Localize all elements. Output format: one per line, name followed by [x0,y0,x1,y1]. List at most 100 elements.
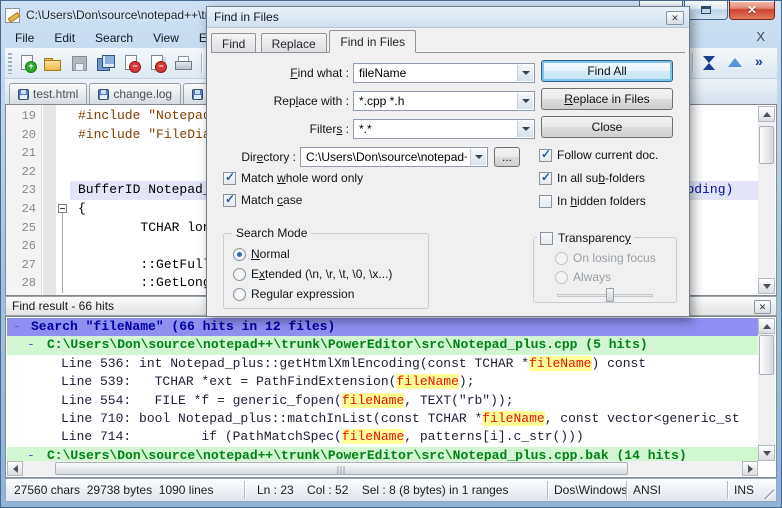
scroll-up-button[interactable] [758,318,775,334]
match-whole-word-checkbox[interactable]: Match whole word only [223,171,363,185]
tab-change.log[interactable]: change.log [89,83,181,104]
result-text: Line 536: int Notepad_plus::getHtmlXmlEn… [61,355,646,373]
transparency-slider[interactable] [557,288,653,302]
dropdown-arrow-icon[interactable] [517,65,533,81]
find-what-combo[interactable]: fileName [353,63,535,83]
close-icon: ✕ [747,3,757,17]
dropdown-arrow-icon[interactable] [517,93,533,109]
menu-search[interactable]: Search [85,29,143,47]
save-all-button[interactable] [93,51,117,75]
result-fold-marker[interactable]: - [27,447,35,462]
match-case-checkbox[interactable]: Match case [223,193,302,207]
line-number: 21 [6,144,36,163]
dialog-tab-find[interactable]: Find [211,33,256,53]
in-hidden-folders-checkbox[interactable]: In hidden folders [539,194,646,208]
find-result-rows: -Search "fileName" (66 hits in 12 files)… [7,318,758,462]
status-cursor-position: Ln : 23 Col : 52 Sel : 8 (8 bytes) in 1 … [245,479,547,501]
result-row-file[interactable]: -C:\Users\Don\source\notepad++\trunk\Pow… [7,447,758,462]
close-button[interactable]: Close [541,116,673,138]
results-vertical-scrollbar[interactable] [758,318,775,461]
line-number: 20 [6,126,36,145]
editor-vertical-scrollbar[interactable] [758,106,775,294]
in-all-subfolders-checkbox[interactable]: In all sub-folders [539,171,645,185]
result-row-hit[interactable]: Line 714: if (PathMatchSpec(fileName, pa… [7,428,758,446]
match-highlight: fileName [342,393,404,408]
match-highlight: fileName [482,411,544,426]
results-horizontal-scrollbar[interactable] [7,461,758,476]
menu-edit[interactable]: Edit [44,29,85,47]
dialog-tab-find-in-files[interactable]: Find in Files [329,30,416,53]
result-row-hit[interactable]: Line 710: bool Notepad_plus::matchInList… [7,410,758,428]
resize-grip[interactable] [760,483,776,501]
find-result-title: Find result - 66 hits [12,299,114,313]
status-typing-mode[interactable]: INS [728,479,760,501]
find-result-panel[interactable]: -Search "fileName" (66 hits in 12 files)… [5,316,777,478]
result-text: C:\Users\Don\source\notepad++\trunk\Powe… [47,336,648,354]
close-all-button[interactable] [145,51,169,75]
find-result-close-button[interactable]: ✕ [754,300,771,314]
result-row-file[interactable]: -C:\Users\Don\source\notepad++\trunk\Pow… [7,336,758,354]
editor-scroll-thumb[interactable] [759,126,774,164]
dialog-tab-replace[interactable]: Replace [261,33,327,53]
directory-combo[interactable]: C:\Users\Don\source\notepad++\trunl [300,147,488,167]
open-file-button[interactable] [41,51,65,75]
replace-in-files-button[interactable]: Replace in Files [541,88,673,110]
saved-file-icon [98,89,109,100]
replace-with-combo[interactable]: *.cpp *.h [353,91,535,111]
find-all-button[interactable]: Find All [541,60,673,82]
close-button[interactable]: ✕ [729,1,775,20]
dialog-close-button[interactable]: ✕ [666,11,684,25]
expand-all-button[interactable] [723,51,747,75]
directory-value: C:\Users\Don\source\notepad++\trunl [306,150,467,164]
menu-file[interactable]: File [5,29,44,47]
in-all-subfolders-label: In all sub-folders [557,171,645,185]
search-mode-normal-radio[interactable]: Normal [233,247,290,261]
results-hscroll-thumb[interactable] [55,462,628,475]
directory-browse-button[interactable]: ... [494,147,520,167]
result-row-hit[interactable]: Line 554: FILE *f = generic_fopen(fileNa… [7,392,758,410]
scroll-up-button[interactable] [758,106,775,122]
save-button[interactable] [67,51,91,75]
search-mode-regular-radio[interactable]: Regular expression [233,287,354,301]
search-mode-extended-radio[interactable]: Extended (\n, \r, \t, \0, \x...) [233,267,392,281]
transparency-on-losing-focus-radio[interactable]: On losing focus [555,251,656,265]
filters-combo[interactable]: *.* [353,119,535,139]
slider-thumb[interactable] [606,288,614,302]
code-segment: { [78,201,86,216]
print-button[interactable] [171,51,195,75]
dropdown-arrow-icon[interactable] [517,121,533,137]
result-fold-marker[interactable]: - [27,336,35,354]
checkbox-checked-icon [223,172,236,185]
close-all-icon [148,54,166,72]
scroll-down-button[interactable] [758,445,775,461]
transparency-checkbox[interactable]: Transparency [537,231,634,245]
result-segment: , TEXT("rb")); [404,393,513,408]
status-encoding[interactable]: ANSI [627,479,727,501]
scroll-down-button[interactable] [758,278,775,294]
maximize-button[interactable] [684,1,728,20]
status-eol-format[interactable]: Dos\Windows [548,479,626,501]
close-document-x-button[interactable]: X [756,29,765,44]
new-file-button[interactable] [15,51,39,75]
result-fold-marker[interactable]: - [13,318,21,336]
fold-collapse-marker[interactable] [58,204,67,213]
toolbar-separator [201,53,202,73]
close-file-button[interactable] [119,51,143,75]
dropdown-arrow-icon[interactable] [470,149,486,165]
tab-test.html[interactable]: test.html [9,83,87,104]
line-number: 27 [6,256,36,275]
result-row-search[interactable]: -Search "fileName" (66 hits in 12 files) [7,318,758,336]
result-row-hit[interactable]: Line 539: TCHAR *ext = PathFindExtension… [7,373,758,391]
dialog-title-bar[interactable]: Find in Files [207,7,689,28]
scroll-right-button[interactable] [742,461,758,476]
overflow-button[interactable] [749,51,773,75]
menu-view[interactable]: View [143,29,189,47]
transparency-always-radio[interactable]: Always [555,270,611,284]
scroll-left-button[interactable] [7,461,23,476]
collapse-all-button[interactable] [697,51,721,75]
results-scroll-thumb[interactable] [759,335,774,375]
toolbar-grip[interactable] [8,53,12,74]
result-row-hit[interactable]: Line 536: int Notepad_plus::getHtmlXmlEn… [7,355,758,373]
directory-label: Directory : [164,150,296,164]
follow-current-doc-checkbox[interactable]: Follow current doc. [539,148,658,162]
